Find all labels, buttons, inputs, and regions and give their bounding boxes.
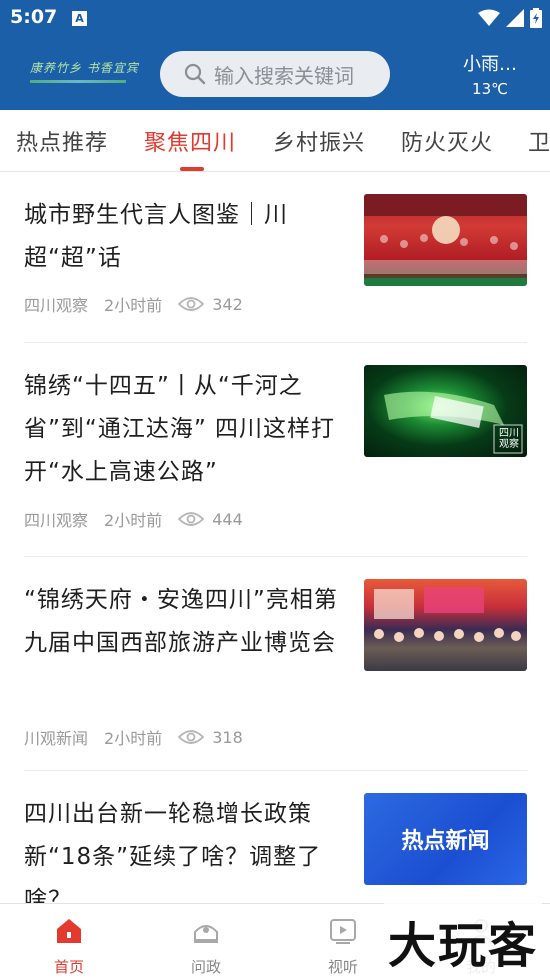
status-time: 5:07: [10, 6, 58, 28]
news-views: 318: [212, 727, 243, 747]
active-tab-indicator: [180, 167, 204, 171]
news-thumbnail: [364, 194, 527, 286]
nav-home[interactable]: 首页: [24, 904, 114, 979]
news-title: 锦绣“十四五”丨从“千河之省”到“通江达海” 四川这样打开“水上高速公路”: [24, 373, 336, 485]
news-item[interactable]: 锦绣“十四五”丨从“千河之省”到“通江达海” 四川这样打开“水上高速公路” 四川…: [24, 365, 527, 535]
nav-label: 视听: [327, 958, 358, 976]
news-thumbnail: 热点新闻: [364, 793, 527, 885]
nav-label: 问政: [190, 958, 221, 976]
weather-condition: 小雨…: [463, 54, 517, 75]
news-source: 四川观察: [24, 511, 89, 530]
eye-icon: [178, 730, 205, 744]
category-tabs: 热点推荐 聚焦四川 乡村振兴 防火灭火 卫: [0, 110, 550, 172]
news-item[interactable]: 四川出台新一轮稳增长政策新“18条”延续了啥？调整了啥？ 热点新闻: [24, 793, 527, 903]
search-icon: [184, 63, 206, 85]
crowd-image-icon: [364, 194, 527, 286]
news-views: 444: [212, 509, 243, 529]
news-title: 城市野生代言人图鉴｜川超“超”话: [24, 202, 288, 271]
list-divider: [24, 342, 527, 343]
expo-image-icon: [374, 587, 521, 642]
news-item[interactable]: “锦绣天府・安逸四川”亮相第九届中国西部旅游产业博览会 川观新闻 2小时前 31…: [24, 579, 527, 749]
news-title: “锦绣天府・安逸四川”亮相第九届中国西部旅游产业博览会: [24, 587, 338, 656]
news-title: 四川出台新一轮稳增长政策新“18条”延续了啥？调整了啥？: [24, 801, 322, 903]
signal-icon: [506, 9, 524, 27]
news-time: 2小时前: [104, 729, 163, 748]
tab-hot-recommend[interactable]: 热点推荐: [16, 125, 108, 157]
video-icon: [330, 919, 356, 944]
government-icon: [194, 925, 218, 943]
notification-badge-icon: A: [72, 11, 87, 26]
news-views: 342: [212, 294, 243, 314]
news-item[interactable]: 城市野生代言人图鉴｜川超“超”话 四川观察 2小时前 342: [24, 194, 527, 324]
list-divider: [24, 770, 527, 771]
news-thumbnail: [364, 579, 527, 671]
nav-label: 首页: [53, 958, 84, 976]
nav-government[interactable]: 问政: [161, 904, 251, 979]
tab-fire-prevention[interactable]: 防火灭火: [401, 125, 493, 157]
wifi-icon: [478, 9, 500, 26]
tab-rural-revitalization[interactable]: 乡村振兴: [273, 125, 365, 157]
news-meta: 川观新闻 2小时前 318: [24, 725, 243, 749]
list-divider: [24, 556, 527, 557]
news-time: 2小时前: [104, 511, 163, 530]
app-logo[interactable]: 康养竹乡 书香宜宾: [30, 59, 139, 87]
thumbnail-caption: 四川观察: [499, 428, 519, 450]
news-source: 川观新闻: [24, 729, 89, 748]
watermark: 大玩客: [383, 903, 542, 979]
news-source: 四川观察: [24, 296, 89, 315]
app-header: 康养竹乡 书香宜宾 输入搜索关键词 小雨… 13℃: [0, 36, 550, 110]
weather-temperature: 13℃: [472, 80, 508, 98]
eye-icon: [178, 297, 205, 311]
status-bar: 5:07 A: [0, 0, 550, 36]
news-meta: 四川观察 2小时前 444: [24, 507, 243, 531]
weather-widget[interactable]: 小雨… 13℃: [460, 50, 520, 98]
battery-icon: [530, 8, 542, 28]
eye-icon: [178, 512, 205, 526]
tab-focus-sichuan[interactable]: 聚焦四川: [144, 125, 236, 157]
thumbnail-caption: 热点新闻: [401, 829, 490, 854]
home-icon: [57, 919, 81, 943]
logo-text: 康养竹乡 书香宜宾: [30, 61, 139, 75]
status-icons: [478, 8, 542, 28]
nav-video[interactable]: 视听: [298, 904, 388, 979]
search-placeholder: 输入搜索关键词: [214, 63, 354, 88]
news-thumbnail: 四川观察: [364, 365, 527, 457]
search-input[interactable]: 输入搜索关键词: [160, 51, 390, 97]
news-meta: 四川观察 2小时前 342: [24, 292, 243, 316]
logo-decoration: [30, 80, 126, 83]
tab-more[interactable]: 卫: [528, 125, 550, 157]
news-time: 2小时前: [104, 296, 163, 315]
